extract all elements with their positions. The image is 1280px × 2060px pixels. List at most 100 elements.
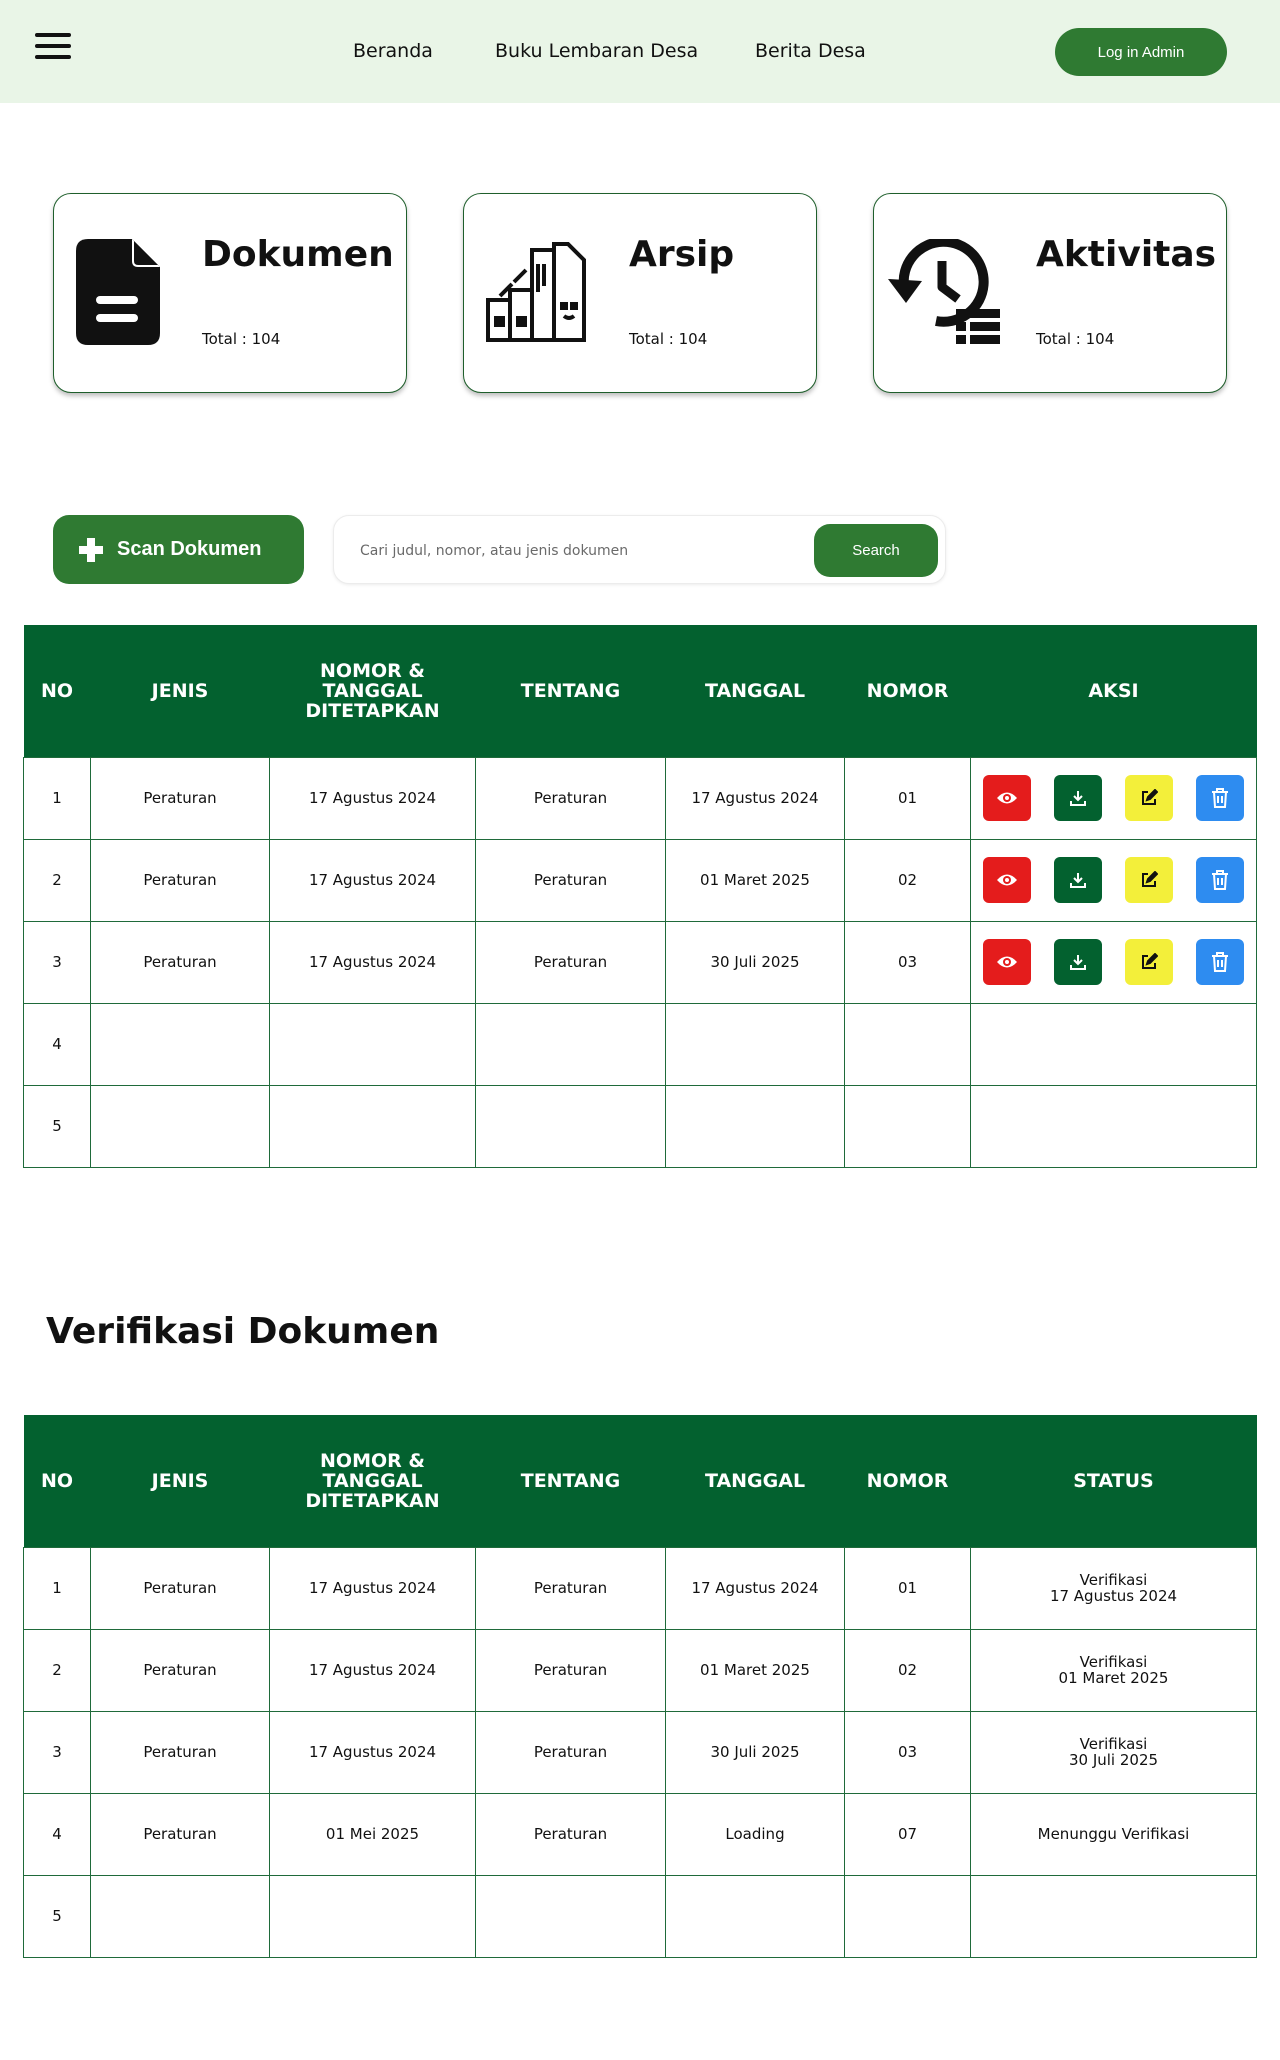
cell-ditetapkan: 17 Agustus 2024	[269, 920, 476, 1004]
cell-ditetapkan	[269, 1084, 476, 1168]
cell-jenis: Peraturan	[90, 838, 270, 922]
cell-aksi	[970, 1002, 1257, 1086]
status-line: Verifikasi	[1079, 1735, 1148, 1753]
cell-tentang: Peraturan	[475, 756, 666, 840]
trash-icon	[1212, 788, 1228, 808]
column-header-nomor: NOMOR	[844, 625, 971, 757]
nav-link-buku-lembaran-desa[interactable]: Buku Lembaran Desa	[495, 40, 698, 62]
cell-tanggal: 30 Juli 2025	[665, 920, 845, 1004]
column-header-tanggal: TANGGAL	[665, 625, 845, 757]
download-button[interactable]	[1054, 775, 1102, 821]
card-title: Dokumen	[202, 234, 394, 275]
cell-tanggal: 01 Maret 2025	[665, 838, 845, 922]
column-header-tentang: TENTANG	[475, 1415, 666, 1547]
cell-no: 3	[23, 1710, 91, 1794]
history-icon	[888, 239, 1000, 344]
cell-ditetapkan: 17 Agustus 2024	[269, 756, 476, 840]
cell-no: 2	[23, 1628, 91, 1712]
column-header-nomor-tanggal-ditetapkan: NOMOR & TANGGAL DITETAPKAN	[269, 1415, 476, 1547]
column-header-no: NO	[23, 625, 91, 757]
search-input[interactable]	[360, 536, 800, 566]
cell-tanggal: 17 Agustus 2024	[665, 1546, 845, 1630]
edit-icon	[1142, 871, 1158, 887]
cell-ditetapkan	[269, 1874, 476, 1958]
status-pending: Menunggu Verifikasi	[970, 1792, 1257, 1876]
table-row: 5	[23, 1874, 1257, 1958]
cell-status: Verifikasi 17 Agustus 2024	[970, 1546, 1257, 1630]
column-header-nomor-tanggal-ditetapkan: NOMOR & TANGGAL DITETAPKAN	[269, 625, 476, 757]
column-header-no: NO	[23, 1415, 91, 1547]
cell-tentang: Peraturan	[475, 1546, 666, 1630]
cell-nomor	[844, 1002, 971, 1086]
delete-button[interactable]	[1196, 857, 1244, 903]
archive-icon	[486, 242, 586, 342]
scan-dokumen-button[interactable]: Scan Dokumen	[53, 515, 304, 584]
cell-aksi	[970, 920, 1257, 1004]
view-button[interactable]	[983, 939, 1031, 985]
edit-button[interactable]	[1125, 775, 1173, 821]
eye-icon	[997, 792, 1017, 804]
status-date: 17 Agustus 2024	[1049, 1587, 1178, 1605]
verifikasi-table: NO JENIS NOMOR & TANGGAL DITETAPKAN TENT…	[23, 1415, 1257, 1958]
card-dokumen[interactable]: Dokumen Total : 104	[53, 193, 407, 393]
edit-button[interactable]	[1125, 939, 1173, 985]
cell-no: 1	[23, 1546, 91, 1630]
download-button[interactable]	[1054, 939, 1102, 985]
document-icon	[76, 239, 160, 345]
cell-jenis: Peraturan	[90, 1710, 270, 1794]
cell-jenis	[90, 1002, 270, 1086]
cell-jenis	[90, 1874, 270, 1958]
cell-status: Verifikasi 30 Juli 2025	[970, 1710, 1257, 1794]
cell-no: 4	[23, 1792, 91, 1876]
table-row: 1 Peraturan 17 Agustus 2024 Peraturan 17…	[23, 1546, 1257, 1630]
nav-link-beranda[interactable]: Beranda	[353, 40, 433, 62]
table-row: 4	[23, 1002, 1257, 1086]
edit-icon	[1142, 789, 1158, 805]
status-line: Verifikasi	[1079, 1653, 1148, 1671]
table-row: 5	[23, 1084, 1257, 1168]
cell-no: 3	[23, 920, 91, 1004]
table-header-row: NO JENIS NOMOR & TANGGAL DITETAPKAN TENT…	[23, 625, 1257, 757]
cell-tanggal	[665, 1084, 845, 1168]
cell-jenis: Peraturan	[90, 756, 270, 840]
delete-button[interactable]	[1196, 775, 1244, 821]
cell-no: 4	[23, 1002, 91, 1086]
cell-nomor: 02	[844, 838, 971, 922]
cell-ditetapkan: 17 Agustus 2024	[269, 1710, 476, 1794]
status-date: 01 Maret 2025	[1058, 1669, 1169, 1687]
dokumen-table: NO JENIS NOMOR & TANGGAL DITETAPKAN TENT…	[23, 625, 1257, 1168]
cell-no: 1	[23, 756, 91, 840]
column-header-tentang: TENTANG	[475, 625, 666, 757]
card-title: Aktivitas	[1036, 234, 1217, 275]
cell-tentang: Peraturan	[475, 920, 666, 1004]
nav-link-berita-desa[interactable]: Berita Desa	[755, 40, 866, 62]
cell-nomor: 01	[844, 756, 971, 840]
search-button[interactable]: Search	[814, 524, 938, 577]
cell-nomor: 01	[844, 1546, 971, 1630]
card-aktivitas[interactable]: Aktivitas Total : 104	[873, 193, 1227, 393]
cell-tentang: Peraturan	[475, 1792, 666, 1876]
login-admin-button[interactable]: Log in Admin	[1055, 28, 1227, 76]
cell-ditetapkan: 17 Agustus 2024	[269, 1628, 476, 1712]
card-arsip[interactable]: Arsip Total : 104	[463, 193, 817, 393]
view-button[interactable]	[983, 775, 1031, 821]
cell-tentang: Peraturan	[475, 1710, 666, 1794]
table-row: 4 Peraturan 01 Mei 2025 Peraturan Loadin…	[23, 1792, 1257, 1876]
table-row: 2 Peraturan 17 Agustus 2024 Peraturan 01…	[23, 838, 1257, 922]
cell-tanggal-loading: Loading	[665, 1792, 845, 1876]
card-total: Total : 104	[1036, 330, 1115, 348]
table-header-row: NO JENIS NOMOR & TANGGAL DITETAPKAN TENT…	[23, 1415, 1257, 1547]
download-button[interactable]	[1054, 857, 1102, 903]
cell-tentang	[475, 1002, 666, 1086]
view-button[interactable]	[983, 857, 1031, 903]
delete-button[interactable]	[1196, 939, 1244, 985]
card-title: Arsip	[629, 234, 735, 275]
cell-nomor: 02	[844, 1628, 971, 1712]
cell-ditetapkan: 17 Agustus 2024	[269, 1546, 476, 1630]
section-title-verifikasi: Verifikasi Dokumen	[46, 1311, 440, 1352]
cell-tanggal: 30 Juli 2025	[665, 1710, 845, 1794]
cell-no: 5	[23, 1084, 91, 1168]
cell-status: Verifikasi 01 Maret 2025	[970, 1628, 1257, 1712]
edit-button[interactable]	[1125, 857, 1173, 903]
cell-tanggal: 17 Agustus 2024	[665, 756, 845, 840]
